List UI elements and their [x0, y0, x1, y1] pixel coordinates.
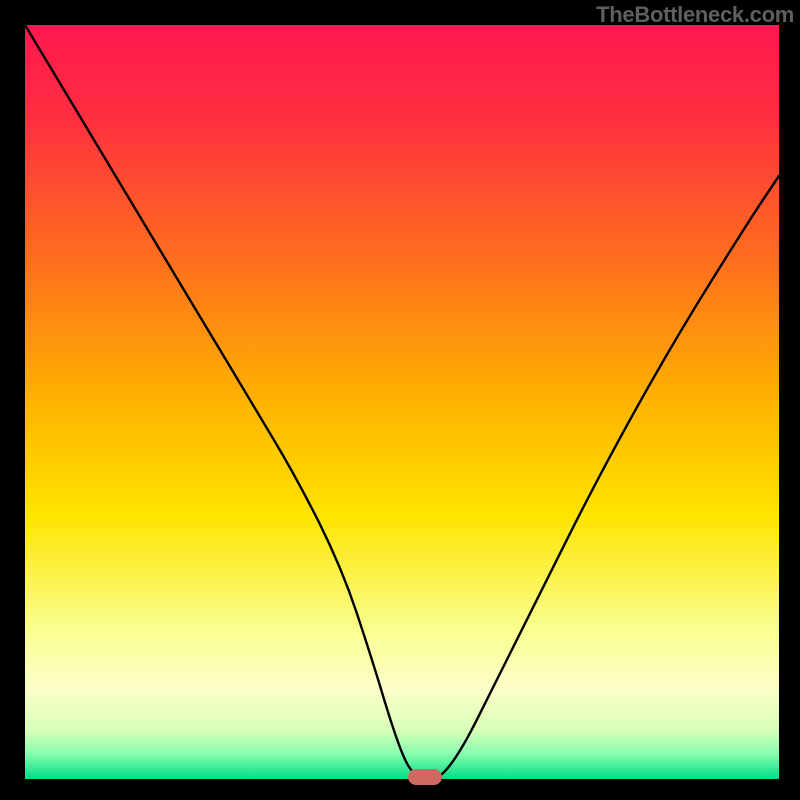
curve-layer — [25, 25, 779, 779]
chart-frame: TheBottleneck.com — [0, 0, 800, 800]
watermark-text: TheBottleneck.com — [596, 0, 800, 28]
bottleneck-curve — [25, 25, 779, 779]
plot-area — [25, 25, 779, 779]
optimal-marker — [408, 769, 442, 785]
